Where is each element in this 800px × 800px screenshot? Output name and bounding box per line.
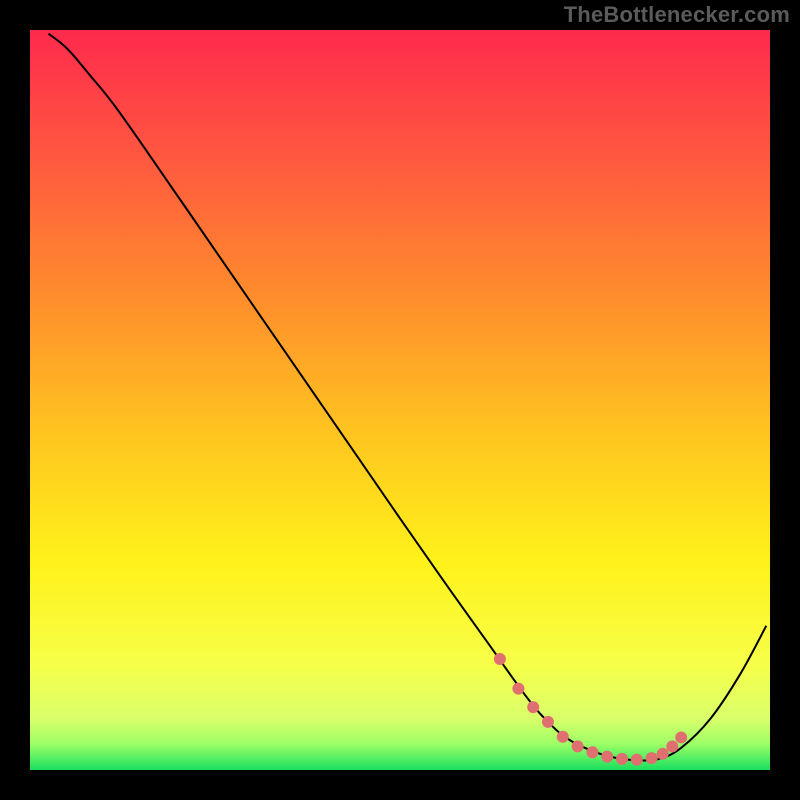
highlight-dot (586, 746, 598, 758)
brand-watermark: TheBottlenecker.com (564, 2, 790, 28)
highlight-dot (657, 748, 669, 760)
highlight-dot (666, 740, 678, 752)
highlight-dot (494, 653, 506, 665)
highlight-dot (557, 731, 569, 743)
highlight-dot (601, 751, 613, 763)
chart-container: TheBottlenecker.com (0, 0, 800, 800)
plot-background (30, 30, 770, 770)
highlight-dot (616, 753, 628, 765)
highlight-dot (572, 740, 584, 752)
highlight-dot (527, 701, 539, 713)
highlight-dot (631, 754, 643, 766)
highlight-dot (542, 716, 554, 728)
bottleneck-chart (0, 0, 800, 800)
highlight-dot (512, 683, 524, 695)
highlight-dot (675, 731, 687, 743)
highlight-dot (646, 752, 658, 764)
